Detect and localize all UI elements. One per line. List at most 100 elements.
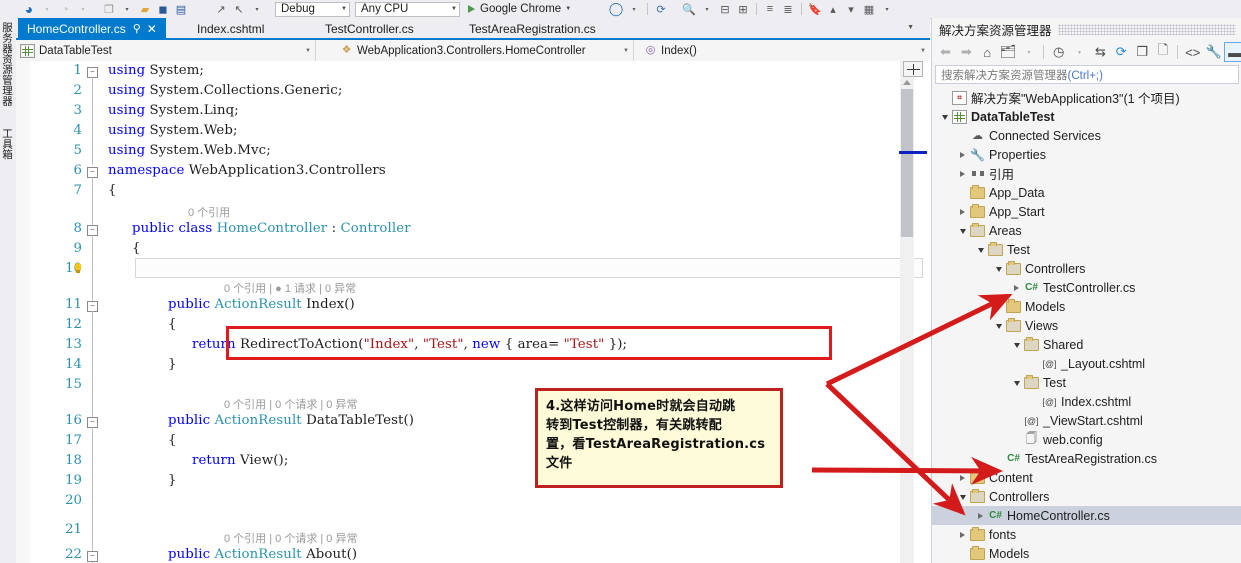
tree-item-testarearegistration-cs[interactable]: C# TestAreaRegistration.cs: [932, 449, 1241, 468]
tree-item-controllers[interactable]: Controllers: [932, 259, 1241, 278]
editor-indicator-margin[interactable]: [16, 61, 30, 563]
tree-item-viewstart-cshtml[interactable]: [@] _ViewStart.cshtml: [932, 411, 1241, 430]
tree-item-controllers[interactable]: Controllers: [932, 487, 1241, 506]
chevron-right-icon[interactable]: [956, 170, 969, 177]
tree-item-models[interactable]: Models: [932, 544, 1241, 563]
tab-testcontroller-cs[interactable]: TestController.cs: [316, 18, 423, 40]
tree-item-app-data[interactable]: App_Data: [932, 183, 1241, 202]
tree-item-fonts[interactable]: fonts: [932, 525, 1241, 544]
show-all-files-icon[interactable]: 🗋: [1153, 41, 1174, 63]
codelens-line[interactable]: 0 个引用: [188, 204, 230, 220]
solution-explorer-search-input[interactable]: 搜索解决方案资源管理器(Ctrl+;): [935, 65, 1239, 84]
home-icon[interactable]: ⌂: [977, 41, 998, 63]
forward-icon[interactable]: ➡: [956, 41, 977, 63]
stop-icon[interactable]: ◯: [607, 0, 625, 18]
codelens-line[interactable]: 0 个引用 | 0 个请求 | 0 异常: [224, 396, 357, 412]
navbar-member-dropdown[interactable]: ◎ Index() ▼: [640, 40, 930, 61]
sync-icon[interactable]: ⇆: [1090, 41, 1111, 63]
bookmark-more-icon[interactable]: ▾: [878, 0, 896, 18]
tree-item-content[interactable]: Content: [932, 468, 1241, 487]
next-bookmark-icon[interactable]: ▾: [842, 0, 860, 18]
chevron-down-icon[interactable]: [956, 227, 969, 234]
indent-icon[interactable]: ≣: [779, 0, 797, 18]
chevron-right-icon[interactable]: [956, 474, 969, 481]
back-arrow-icon[interactable]: ◕: [20, 0, 38, 18]
tab-overflow-dropdown-icon[interactable]: ▼: [907, 24, 914, 31]
code-editor[interactable]: 1 2 3 4 5 6 7 8 9 10 11 12 13 14 15 16 17 18 19 20 21 22 − − − −…: [16, 61, 930, 563]
editor-split-button[interactable]: [903, 61, 923, 77]
chevron-down-icon[interactable]: [938, 113, 951, 120]
tree-item-testcontroller-cs[interactable]: C# TestController.cs: [932, 278, 1241, 297]
scrollbar-up-arrow-icon[interactable]: [903, 80, 911, 85]
chevron-down-icon[interactable]: ▾: [1069, 41, 1090, 63]
codelens-line[interactable]: 0 个引用 | ● 1 请求 | 0 异常: [224, 280, 356, 296]
tab-homecontroller-cs[interactable]: HomeController.cs ⚲ ✕: [18, 18, 166, 40]
chevron-down-icon[interactable]: [992, 265, 1005, 272]
tab-index-cshtml[interactable]: Index.cshtml: [188, 18, 273, 40]
run-target-label[interactable]: Google Chrome: [480, 3, 561, 15]
comment-icon[interactable]: ⊟: [716, 0, 734, 18]
pending-changes-icon[interactable]: ◷: [1048, 41, 1069, 63]
chevron-down-icon[interactable]: [956, 493, 969, 500]
tree-item-test[interactable]: Test: [932, 373, 1241, 392]
platform-combo[interactable]: Any CPU ▼: [355, 1, 460, 17]
save-all-icon[interactable]: ▤: [172, 0, 190, 18]
tree-item-[interactable]: 引用: [932, 164, 1241, 183]
sidebar-tab-server-explorer[interactable]: 服务器资源管理器: [1, 22, 15, 106]
tree-item-models[interactable]: Models: [932, 297, 1241, 316]
refresh-icon[interactable]: ⟳: [1111, 41, 1132, 63]
outlining-collapse-box[interactable]: −: [87, 551, 98, 562]
prev-bookmark-icon[interactable]: ▴: [824, 0, 842, 18]
new-file-dropdown-icon[interactable]: ▾: [118, 0, 136, 18]
search-icon[interactable]: 🔍: [680, 0, 698, 18]
chevron-down-icon[interactable]: [992, 322, 1005, 329]
navbar-type-dropdown[interactable]: ❖ WebApplication3.Controllers.HomeContro…: [336, 40, 634, 61]
tree-item-views[interactable]: Views: [932, 316, 1241, 335]
chevron-right-icon[interactable]: [1010, 284, 1023, 291]
tree-item-index-cshtml[interactable]: [@] Index.cshtml: [932, 392, 1241, 411]
clear-bookmarks-icon[interactable]: ▦: [860, 0, 878, 18]
tree-item-webapplication3-1[interactable]: ⌗ 解决方案"WebApplication3"(1 个项目): [932, 88, 1241, 107]
redo-arrow-icon[interactable]: ↖: [230, 0, 248, 18]
outdent-icon[interactable]: ≡: [761, 0, 779, 18]
tree-item-homecontroller-cs[interactable]: C# HomeController.cs: [932, 506, 1241, 525]
tree-item-connected-services[interactable]: ☁ Connected Services: [932, 126, 1241, 145]
new-folder-icon[interactable]: 🗂: [998, 41, 1019, 63]
tree-item-shared[interactable]: Shared: [932, 335, 1241, 354]
chevron-right-icon[interactable]: [956, 531, 969, 538]
chevron-down-icon[interactable]: [1010, 341, 1023, 348]
attach-process-icon[interactable]: ⟳: [652, 0, 670, 18]
bookmark-icon[interactable]: 🔖: [806, 0, 824, 18]
redo-icon[interactable]: ▾: [74, 0, 92, 18]
forward-arrow-icon[interactable]: ▾: [38, 0, 56, 18]
tree-item-web-config[interactable]: 🗍 web.config: [932, 430, 1241, 449]
back-icon[interactable]: ⬅: [935, 41, 956, 63]
stop-dropdown-icon[interactable]: ▾: [625, 0, 643, 18]
open-folder-icon[interactable]: ▰: [136, 0, 154, 18]
chevron-down-icon[interactable]: ▾: [1018, 41, 1039, 63]
chevron-right-icon[interactable]: [956, 208, 969, 215]
tab-testarearegistration-cs[interactable]: TestAreaRegistration.cs: [460, 18, 605, 40]
preview-selected-items-icon[interactable]: ▬: [1224, 42, 1241, 62]
chevron-down-icon[interactable]: [1010, 379, 1023, 386]
undo-history-icon[interactable]: ◔: [56, 0, 74, 18]
save-icon[interactable]: ◼: [154, 0, 172, 18]
chevron-right-icon[interactable]: [974, 512, 987, 519]
redo-dropdown-icon[interactable]: ▾: [248, 0, 266, 18]
uncomment-icon[interactable]: ⊞: [734, 0, 752, 18]
collapse-all-icon[interactable]: ❐: [1132, 41, 1153, 63]
navbar-project-dropdown[interactable]: DataTableTest ▼: [16, 40, 316, 61]
scrollbar-thumb[interactable]: [901, 89, 913, 237]
tree-item-areas[interactable]: Areas: [932, 221, 1241, 240]
sidebar-tab-toolbox[interactable]: 工具箱: [1, 128, 15, 160]
undo-icon[interactable]: ↗: [212, 0, 230, 18]
codelens-line[interactable]: 0 个引用 | 0 个请求 | 0 异常: [224, 530, 357, 546]
chevron-right-icon[interactable]: [956, 151, 969, 158]
tree-item-properties[interactable]: 🔧 Properties: [932, 145, 1241, 164]
search-dropdown-icon[interactable]: ▾: [698, 0, 716, 18]
properties-wrench-icon[interactable]: 🔧: [1203, 41, 1224, 63]
close-icon[interactable]: ✕: [147, 23, 157, 35]
tree-item-test[interactable]: Test: [932, 240, 1241, 259]
tree-item-datatabletest[interactable]: DataTableTest: [932, 107, 1241, 126]
build-configuration-combo[interactable]: Debug ▼: [275, 1, 350, 17]
